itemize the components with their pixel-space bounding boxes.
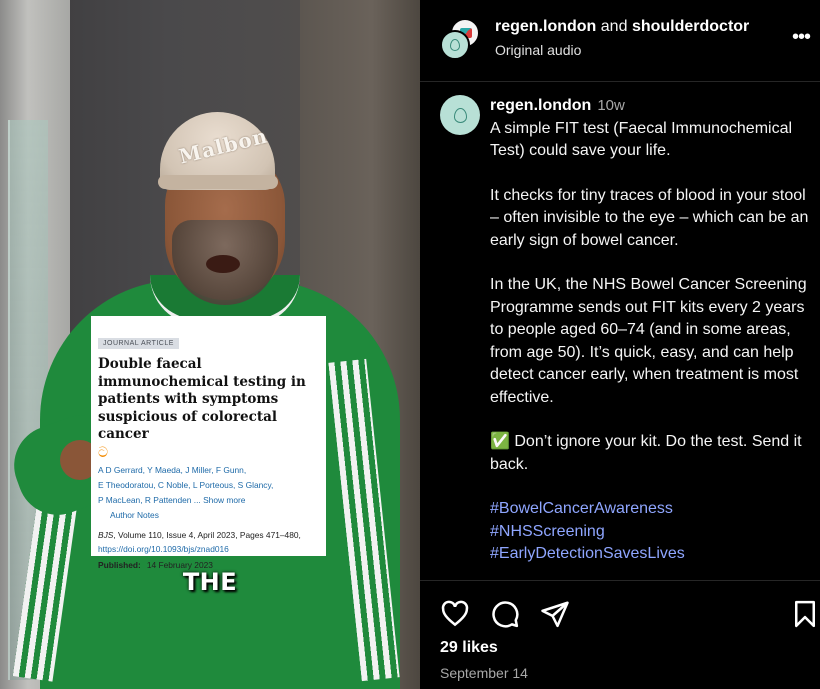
show-more-link: Show more [203, 494, 246, 505]
caption-paragraph: In the UK, the NHS Bowel Cancer Screenin… [490, 276, 807, 406]
authors-text: P MacLean, R Pattenden ... [98, 494, 201, 505]
caption-scroll-area[interactable]: regen.london 10w A simple FIT test (Faeca… [420, 83, 820, 578]
post-actions: 29 likes September 14 [420, 580, 820, 688]
video-subtitle: THE [182, 568, 238, 596]
heart-icon[interactable] [440, 599, 470, 629]
caption-avatar[interactable] [440, 95, 480, 135]
mouth [206, 255, 240, 273]
authors-line: P MacLean, R Pattenden ... Show more [98, 493, 319, 508]
journal-article-overlay: JOURNAL ARTICLE Double faecal immunochem… [91, 316, 326, 570]
citation-text: , Volume 110, Issue 4, April 2023, Pages… [113, 529, 301, 540]
leaf-logo-icon [453, 107, 467, 123]
post-header: regen.london and shoulderdoctor Original… [420, 0, 820, 82]
article-type-tag: JOURNAL ARTICLE [98, 338, 179, 349]
post-date[interactable]: September 14 [440, 665, 528, 681]
caption-paragraph: regen.london 10w A simple FIT test (Faeca… [490, 95, 810, 163]
caption-paragraph: It checks for tiny traces of blood in yo… [490, 186, 809, 249]
username-link[interactable]: shoulderdoctor [632, 18, 749, 35]
collab-usernames: regen.london and shoulderdoctor [495, 18, 749, 36]
hashtag-link[interactable]: #NHSScreening [490, 521, 810, 544]
authors-line: E Theodoratou, C Noble, L Porteous, S Gl… [98, 479, 274, 490]
article-doi: https://doi.org/10.1093/bjs/znad016 [98, 543, 229, 554]
journal-name: BJS [98, 529, 114, 540]
open-access-icon: ට [98, 443, 109, 460]
article-citation: BJS, Volume 110, Issue 4, April 2023, Pa… [98, 528, 319, 542]
author-notes-link: Author Notes [110, 509, 159, 520]
cap-brim [158, 175, 278, 189]
comment-icon[interactable] [490, 599, 520, 629]
header-text: regen.london and shoulderdoctor Original… [495, 18, 749, 58]
hashtag-link[interactable]: #BowelCancerAwareness [490, 498, 810, 521]
hashtag-list: #BowelCancerAwareness #NHSScreening #Ear… [490, 498, 810, 566]
collab-avatars[interactable] [440, 18, 488, 60]
audio-link[interactable]: Original audio [495, 42, 749, 58]
caption-body: regen.london 10w A simple FIT test (Faeca… [490, 95, 810, 566]
leaf-logo-icon [450, 39, 460, 51]
more-options-icon[interactable]: ••• [792, 27, 816, 47]
regen-london-avatar[interactable] [440, 30, 470, 60]
username-link[interactable]: regen.london [495, 18, 596, 35]
bookmark-icon[interactable] [790, 599, 820, 629]
article-title: Double faecal immunochemical testing in … [98, 356, 306, 442]
article-authors: A D Gerrard, Y Maeda, J Miller, F Gunn, … [98, 463, 319, 508]
share-icon[interactable] [540, 599, 570, 629]
and-text: and [600, 18, 628, 35]
reel-video[interactable]: Malbon JOURNAL ARTICLE Double faecal imm… [0, 0, 420, 689]
post-panel: regen.london and shoulderdoctor Original… [420, 0, 820, 689]
hashtag-link[interactable]: #EarlyDetectionSavesLives [490, 543, 810, 566]
authors-line: A D Gerrard, Y Maeda, J Miller, F Gunn, [98, 464, 247, 475]
likes-count[interactable]: 29 likes [440, 639, 498, 657]
caption-time[interactable]: 10w [597, 97, 625, 114]
caption-text: A simple FIT test (Faecal Immunochemical… [490, 119, 793, 160]
caption-paragraph: ✅ Don’t ignore your kit. Do the test. Se… [490, 433, 802, 473]
caption-username[interactable]: regen.london [490, 97, 591, 114]
